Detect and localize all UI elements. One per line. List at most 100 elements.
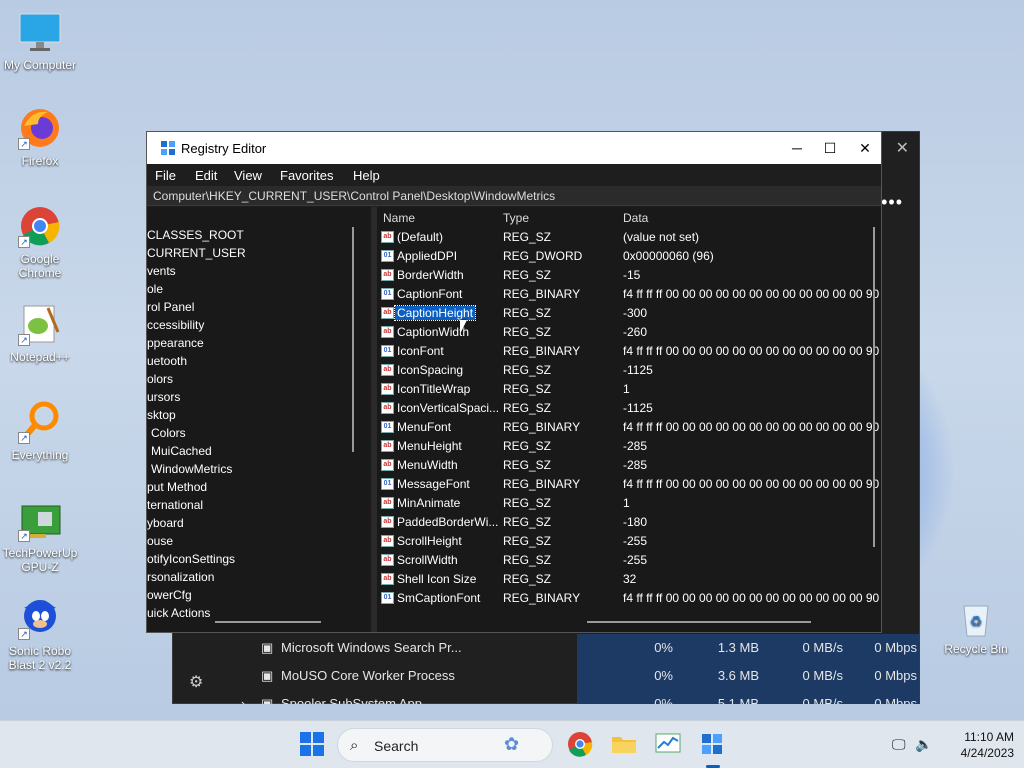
desktop-icon-gpuz[interactable]: ↗ TechPowerUp GPU-Z (0, 498, 80, 574)
registry-value-row[interactable]: 01 AppliedDPI REG_DWORD 0x00000060 (96) (377, 247, 867, 266)
taskbar: ⌕ Search ✿ 🖵 🔈 11:10 AM 4/24/2023 (0, 720, 1024, 768)
tree-item[interactable]: put Method (147, 480, 207, 494)
value-type: REG_SZ (503, 306, 552, 320)
system-tray[interactable]: 🖵 🔈 (892, 736, 933, 753)
menu-favorites[interactable]: Favorites (280, 168, 333, 183)
tree-item[interactable]: uetooth (147, 354, 187, 368)
registry-value-row[interactable]: ab CaptionWidth REG_SZ -260 (377, 323, 867, 342)
taskbar-regedit[interactable] (699, 731, 727, 759)
value-data: -1125 (623, 401, 653, 415)
key-tree[interactable]: CLASSES_ROOT CURRENT_USERvents ole rol Pane… (147, 207, 371, 632)
registry-value-row[interactable]: ab MenuWidth REG_SZ -285 (377, 456, 867, 475)
tree-item[interactable]: ternational (147, 498, 203, 512)
registry-value-row[interactable]: ab CaptionHeight REG_SZ -300 (377, 304, 867, 323)
tree-vertical-scrollbar[interactable] (352, 227, 354, 452)
maximize-button[interactable]: ☐ (812, 132, 848, 164)
registry-value-row[interactable]: ab MinAnimate REG_SZ 1 (377, 494, 867, 513)
column-type[interactable]: Type (503, 211, 529, 225)
taskbar-search[interactable]: ⌕ Search ✿ (337, 728, 553, 762)
tree-item[interactable]: sktop (147, 408, 176, 422)
tree-item[interactable]: ole (147, 282, 163, 296)
menu-file[interactable]: File (155, 168, 176, 183)
tree-item[interactable]: ouse (147, 534, 173, 548)
tree-item[interactable]: vents (147, 264, 176, 278)
process-row[interactable]: ▣ MoUSO Core Worker Process 0% 3.6 MB 0 … (173, 662, 921, 690)
menu-edit[interactable]: Edit (195, 168, 217, 183)
registry-value-row[interactable]: ab (Default) REG_SZ (value not set) (377, 228, 867, 247)
tree-item[interactable]: ccessibility (147, 318, 204, 332)
value-name: CaptionFont (397, 287, 463, 301)
process-row[interactable]: ▣ Microsoft Windows Search Pr... 0% 1.3 … (173, 634, 921, 662)
desktop-icon-srb2[interactable]: ↗ Sonic Robo Blast 2 v2.2 (0, 596, 80, 672)
binary-value-icon: 01 (381, 592, 394, 604)
list-vertical-scrollbar[interactable] (873, 227, 875, 547)
tree-horizontal-scrollbar[interactable] (215, 621, 321, 623)
registry-value-row[interactable]: 01 MenuFont REG_BINARY f4 ff ff ff 00 00 00… (377, 418, 879, 437)
desktop-icon-my-computer[interactable]: My Computer (0, 10, 80, 72)
value-data: f4 ff ff ff 00 00 00 00 00 00 00 00 00 0… (623, 287, 880, 301)
registry-editor-window[interactable]: Registry Editor ─ ☐ ✕ File Edit View Fav… (146, 131, 882, 633)
registry-value-row[interactable]: ab IconSpacing REG_SZ -1125 (377, 361, 867, 380)
tree-item[interactable]: CLASSES_ROOT (147, 228, 244, 242)
desktop-icon-recycle-bin[interactable]: ♻ Recycle Bin (940, 600, 1012, 656)
registry-value-row[interactable]: 01 MessageFont REG_BINARY f4 ff ff ff 00 00… (377, 475, 879, 494)
process-row[interactable]: › ▣ Spooler SubSystem App 0% 5.1 MB 0 MB… (173, 690, 921, 704)
registry-value-row[interactable]: ab IconTitleWrap REG_SZ 1 (377, 380, 867, 399)
column-name[interactable]: Name (383, 211, 415, 225)
registry-value-row[interactable]: ab IconVerticalSpaci... REG_SZ -1125 (377, 399, 867, 418)
tree-item[interactable]: WindowMetrics (151, 462, 232, 476)
desktop-icon-firefox[interactable]: ↗ Firefox (0, 106, 80, 168)
taskbar-clock[interactable]: 11:10 AM 4/24/2023 (961, 729, 1014, 761)
desktop-icon-notepadpp[interactable]: ↗ Notepad++ (0, 302, 80, 364)
registry-value-row[interactable]: ab ScrollWidth REG_SZ -255 (377, 551, 867, 570)
taskbar-file-explorer[interactable] (611, 731, 639, 759)
tree-item[interactable]: yboard (147, 516, 184, 530)
minimize-button[interactable]: ─ (779, 132, 815, 164)
value-type: REG_SZ (503, 325, 552, 339)
value-data: 1 (623, 382, 630, 396)
close-button[interactable]: ✕ (847, 132, 883, 164)
close-icon[interactable]: ✕ (896, 138, 909, 158)
registry-value-row[interactable]: 01 IconFont REG_BINARY f4 ff ff ff 00 00 00… (377, 342, 879, 361)
registry-value-row[interactable]: ab Shell Icon Size REG_SZ 32 (377, 570, 867, 589)
chevron-right-icon[interactable]: › (241, 696, 245, 704)
tree-item[interactable]: Colors (151, 426, 186, 440)
taskbar-task-manager[interactable] (655, 731, 683, 759)
more-options-icon[interactable]: ••• (881, 192, 903, 213)
tree-item[interactable]: otifyIconSettings (147, 552, 235, 566)
tree-item[interactable]: MuiCached (151, 444, 212, 458)
values-list[interactable]: Name Type Data ab (Default) REG_SZ (value n… (377, 207, 881, 632)
start-button[interactable] (299, 731, 327, 759)
tree-item[interactable]: CURRENT_USER (147, 246, 246, 260)
menu-help[interactable]: Help (353, 168, 380, 183)
cpu-value: 0% (654, 696, 673, 704)
desktop-icon-chrome[interactable]: ↗ Google Chrome (0, 204, 80, 280)
value-data: f4 ff ff ff 00 00 00 00 00 00 00 00 00 0… (623, 477, 880, 491)
network-icon[interactable]: 🖵 (892, 736, 906, 752)
registry-value-row[interactable]: ab BorderWidth REG_SZ -15 (377, 266, 867, 285)
menu-view[interactable]: View (234, 168, 262, 183)
registry-value-row[interactable]: ab PaddedBorderWi... REG_SZ -180 (377, 513, 867, 532)
title-bar[interactable]: Registry Editor ─ ☐ ✕ (147, 132, 881, 164)
tree-item[interactable]: olors (147, 372, 173, 386)
column-data[interactable]: Data (623, 211, 648, 225)
settings-gear-icon[interactable]: ⚙ (189, 672, 203, 692)
registry-value-row[interactable]: ab ScrollHeight REG_SZ -255 (377, 532, 867, 551)
tree-item[interactable]: rsonalization (147, 570, 214, 584)
value-data: -285 (623, 458, 648, 472)
tree-item[interactable]: uick Actions (147, 606, 210, 620)
tree-item[interactable]: ursors (147, 390, 180, 404)
taskbar-chrome[interactable] (567, 731, 595, 759)
registry-value-row[interactable]: 01 CaptionFont REG_BINARY f4 ff ff ff 00 00… (377, 285, 879, 304)
registry-value-row[interactable]: ab MenuHeight REG_SZ -285 (377, 437, 867, 456)
desktop-icon-everything[interactable]: ↗ Everything (0, 400, 80, 462)
tree-item[interactable]: ppearance (147, 336, 204, 350)
registry-value-row[interactable]: 01 SmCaptionFont REG_BINARY f4 ff ff ff 00 … (377, 589, 879, 608)
tree-item[interactable]: rol Panel (147, 300, 194, 314)
list-horizontal-scrollbar[interactable] (587, 621, 811, 623)
tree-item[interactable]: owerCfg (147, 588, 192, 602)
value-type: REG_SZ (503, 382, 552, 396)
address-bar[interactable]: Computer\HKEY_CURRENT_USER\Control Panel… (147, 186, 881, 206)
string-value-icon: ab (381, 440, 394, 452)
volume-icon[interactable]: 🔈 (915, 736, 932, 752)
